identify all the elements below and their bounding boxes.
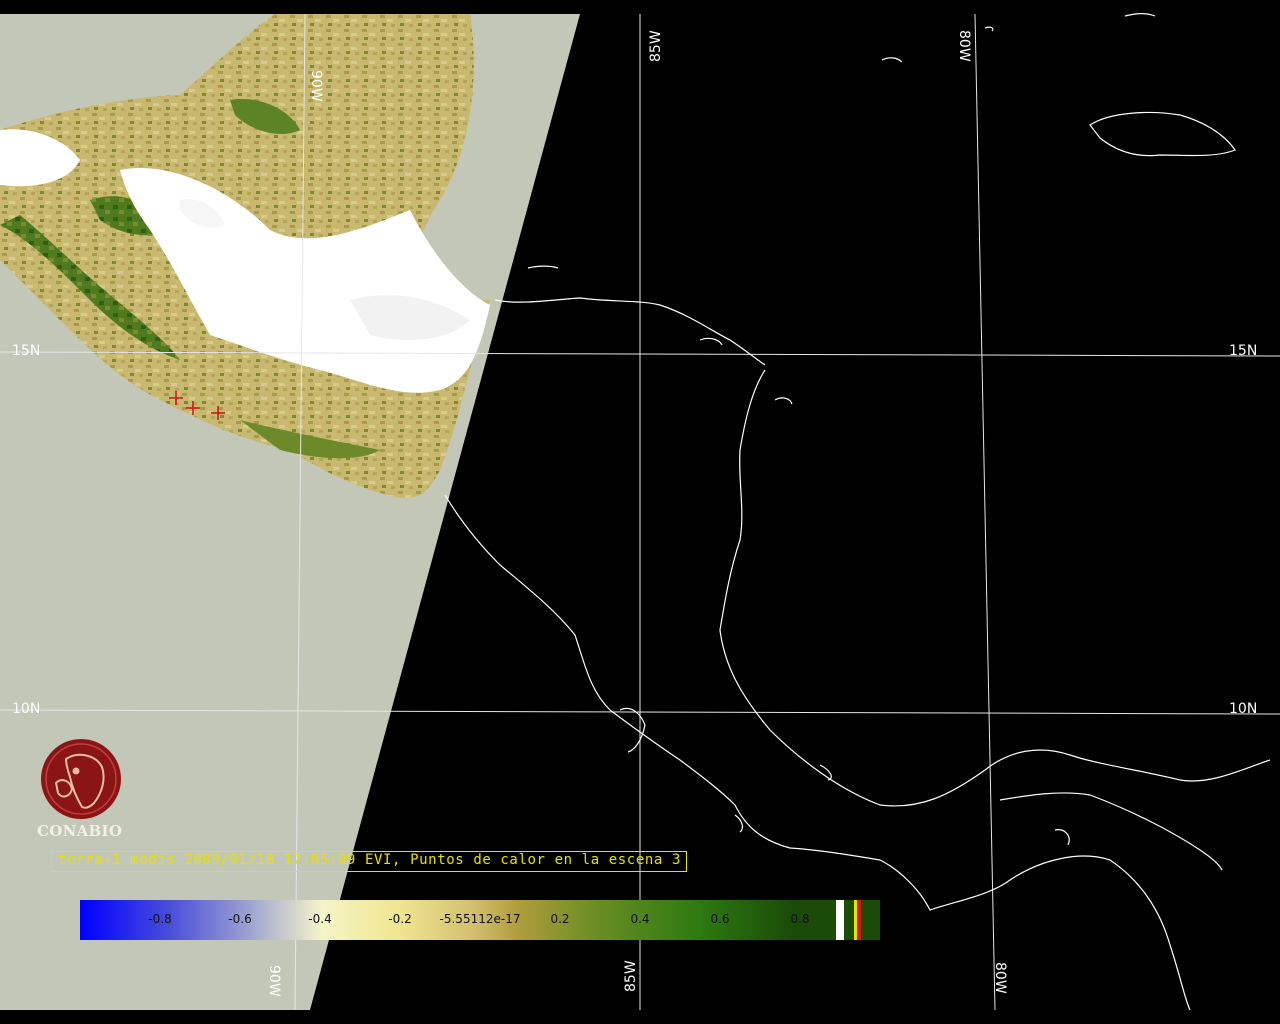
colorbar-tick-label: -0.6 xyxy=(228,912,252,926)
lon-label-bottom-80w: 80W xyxy=(992,962,1008,994)
lat-label-left-15n: 15N xyxy=(12,343,40,359)
colorbar-tick-label: -0.8 xyxy=(148,912,172,926)
lat-label-right-10n: 10N xyxy=(1229,701,1257,717)
colorbar-tick-label: 0.4 xyxy=(630,912,650,926)
lon-label-bottom-85w: 85W xyxy=(623,960,639,992)
colorbar-tick-label: -0.2 xyxy=(388,912,412,926)
lon-label-top-80w: 80W xyxy=(956,30,972,62)
logo-text: CONABIO xyxy=(37,822,123,840)
colorbar-tick-label: -5.55112e-17 xyxy=(439,912,521,926)
lat-label-right-15n: 15N xyxy=(1229,343,1257,359)
lon-label-top-85w: 85W xyxy=(648,30,664,62)
lon-label-bottom-90w: 90W xyxy=(266,965,282,997)
lon-label-top-90w: 90W xyxy=(308,70,324,102)
colorbar-tick-label: 0.2 xyxy=(550,912,570,926)
scene-caption: terra-1 modis 2009/01/18 17:05:09 EVI, P… xyxy=(58,852,681,868)
lat-label-left-10n: 10N xyxy=(12,701,40,717)
colorbar-tick-label: 0.6 xyxy=(710,912,730,926)
colorbar-tick-label: -0.4 xyxy=(308,912,332,926)
colorbar-tick-label: 0.8 xyxy=(790,912,810,926)
